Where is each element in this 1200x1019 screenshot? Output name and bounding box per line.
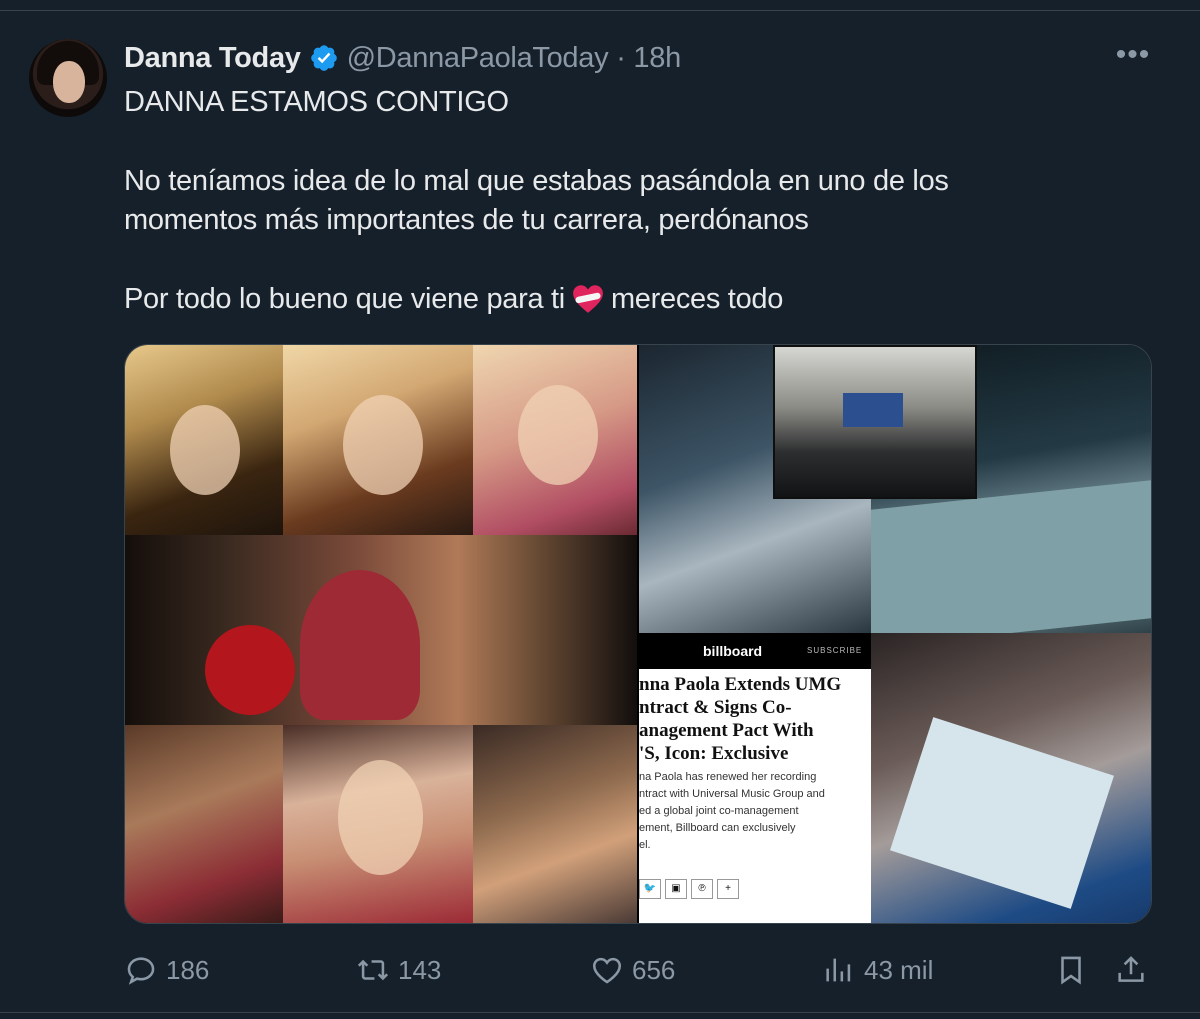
share-icon <box>1118 956 1144 982</box>
like-count: 656 <box>632 954 676 985</box>
reply-count: 186 <box>166 954 210 985</box>
tweet-line: Por todo lo bueno que viene para ti <box>124 283 565 315</box>
bookmark-icon <box>1061 956 1081 985</box>
image-tile <box>125 535 637 725</box>
tweet-line: No teníamos idea de lo mal que estabas p… <box>124 165 949 197</box>
image-tile <box>473 345 637 535</box>
pinterest-icon: ℗ <box>691 879 713 899</box>
tweet-header: Danna Today @DannaPaolaToday · 18h <box>124 36 681 80</box>
retweet-button[interactable]: 143 <box>356 950 441 990</box>
reply-button[interactable]: 186 <box>124 950 209 990</box>
avatar[interactable] <box>29 39 107 117</box>
share-button[interactable] <box>1114 950 1156 990</box>
top-divider <box>0 10 1200 11</box>
heart-icon <box>592 957 622 984</box>
plus-icon: + <box>717 879 739 899</box>
analytics-icon <box>826 958 851 982</box>
tweet-text: DANNA ESTAMOS CONTIGO No teníamos idea d… <box>124 83 1144 319</box>
tweet-line: momentos más importantes de tu carrera, … <box>124 204 809 236</box>
billboard-body: na Paola has renewed her recording ntrac… <box>639 771 825 851</box>
like-button[interactable]: 656 <box>590 950 675 990</box>
author-name[interactable]: Danna Today <box>124 42 301 75</box>
verified-badge-icon[interactable] <box>309 43 339 73</box>
tweet-line-emoji: Por todo lo bueno que viene para ti mere… <box>124 280 1144 319</box>
image-tile <box>283 725 473 923</box>
twitter-icon: 🐦 <box>639 879 661 899</box>
mending-heart-icon <box>573 285 603 313</box>
billboard-logo: billboard <box>703 643 763 659</box>
bookmark-button[interactable] <box>1054 950 1096 990</box>
more-horizontal-icon[interactable]: ••• <box>1110 40 1156 74</box>
action-bar: 186 143 656 43 mil <box>124 950 1154 990</box>
image-tile <box>125 725 283 923</box>
image-tile <box>773 345 977 499</box>
tweet-line: DANNA ESTAMOS CONTIGO <box>124 86 509 118</box>
retweet-icon <box>357 959 389 981</box>
image-tile <box>473 725 637 923</box>
flipboard-icon: ▣ <box>665 879 687 899</box>
tweet-line: mereces todo <box>610 283 784 315</box>
reply-icon <box>127 957 155 985</box>
billboard-subscribe: SUBSCRIBE <box>807 646 863 655</box>
retweet-count: 143 <box>398 954 442 985</box>
bottom-divider <box>0 1012 1200 1013</box>
avatar-face <box>53 61 85 103</box>
views-button[interactable]: 43 mil <box>822 950 933 990</box>
views-count: 43 mil <box>864 954 934 985</box>
billboard-article: billboard SUBSCRIBE nna Paola Extends UM… <box>639 633 871 923</box>
billboard-headline: nna Paola Extends UMG ntract & Signs Co-… <box>639 674 842 764</box>
timestamp[interactable]: · 18h <box>616 42 681 75</box>
image-tile <box>125 345 283 535</box>
author-handle[interactable]: @DannaPaolaToday <box>347 42 609 75</box>
image-tile <box>871 633 1151 923</box>
media-collage[interactable]: billboard SUBSCRIBE nna Paola Extends UM… <box>124 344 1152 924</box>
image-tile <box>283 345 473 535</box>
billboard-share-row: 🐦 ▣ ℗ + <box>639 879 739 899</box>
